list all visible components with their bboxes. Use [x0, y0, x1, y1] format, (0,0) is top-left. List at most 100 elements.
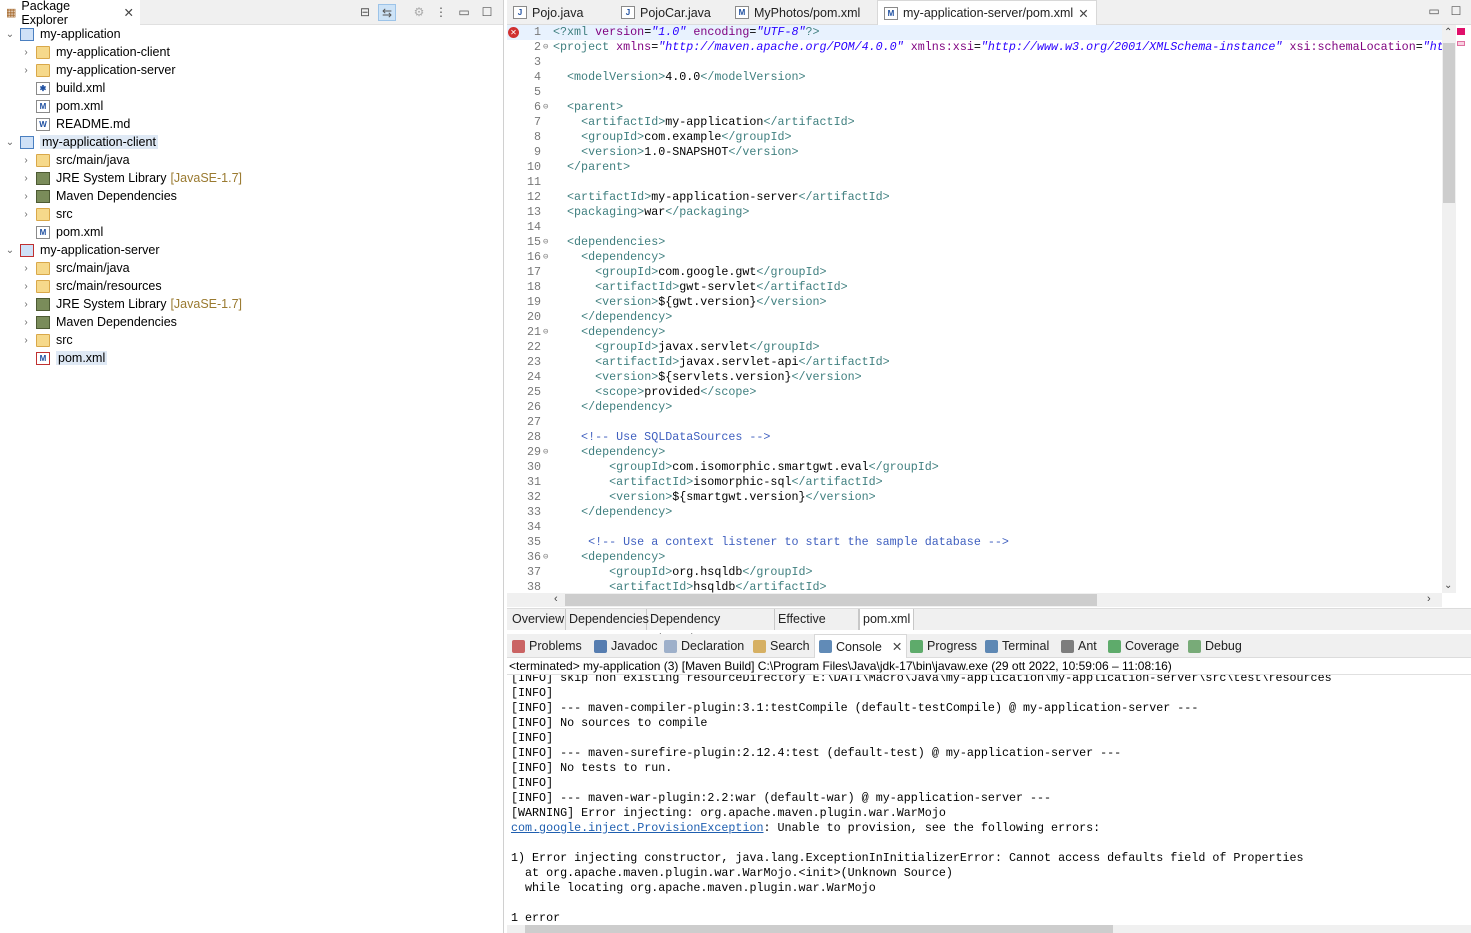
tree-item[interactable]: › src/main/resources	[21, 277, 161, 295]
editor-tab[interactable]: J Pojo.java	[507, 0, 607, 25]
code-line[interactable]: 25 <scope>provided</scope>	[507, 385, 1442, 400]
code-line[interactable]: 35 <!-- Use a context listener to start …	[507, 535, 1442, 550]
code-line[interactable]: 6 ⊖ <parent>	[507, 100, 1442, 115]
minimize-icon[interactable]: ▭	[455, 4, 473, 21]
chevron-right-icon[interactable]: ›	[21, 209, 31, 220]
chevron-right-icon[interactable]: ›	[21, 47, 31, 58]
scroll-thumb[interactable]	[1443, 43, 1455, 203]
code-line[interactable]: 33 </dependency>	[507, 505, 1442, 520]
tab-package-explorer[interactable]: ▦ Package Explorer ✕	[0, 0, 140, 27]
chevron-right-icon[interactable]: ›	[21, 317, 31, 328]
fold-toggle-icon[interactable]: ⊖	[543, 100, 548, 115]
collapse-all-icon[interactable]: ⊟	[356, 4, 374, 21]
editor-minimize-icon[interactable]: ▭	[1425, 3, 1443, 20]
tree-item[interactable]: › JRE System Library [JavaSE-1.7]	[21, 169, 242, 187]
code-line[interactable]: 8 <groupId>com.example</groupId>	[507, 130, 1442, 145]
code-line[interactable]: 16 ⊖ <dependency>	[507, 250, 1442, 265]
code-line[interactable]: 9 <version>1.0-SNAPSHOT</version>	[507, 145, 1442, 160]
tree-item[interactable]: › my-application-server	[21, 61, 175, 79]
code-line[interactable]: 28 <!-- Use SQLDataSources -->	[507, 430, 1442, 445]
close-icon[interactable]: ✕	[124, 5, 134, 20]
code-line[interactable]: 34	[507, 520, 1442, 535]
chevron-right-icon[interactable]: ›	[21, 299, 31, 310]
tree-item[interactable]: › src/main/java	[21, 151, 129, 169]
tree-item[interactable]: ⌄ my-application	[5, 25, 121, 43]
code-line[interactable]: 10 </parent>	[507, 160, 1442, 175]
console-scroll-thumb[interactable]	[525, 925, 1113, 933]
fold-toggle-icon[interactable]: ⊖	[543, 250, 548, 265]
fold-toggle-icon[interactable]: ⊖	[543, 550, 548, 565]
tab-console[interactable]: Console ✕	[814, 634, 908, 658]
code-line[interactable]: 38 <artifactId>hsqldb</artifactId>	[507, 580, 1442, 593]
code-line[interactable]: 32 <version>${smartgwt.version}</version…	[507, 490, 1442, 505]
chevron-right-icon[interactable]: ›	[21, 281, 31, 292]
tab-search[interactable]: Search	[753, 634, 810, 658]
scroll-left-icon[interactable]: ‹	[554, 593, 558, 605]
code-line[interactable]: 7 <artifactId>my-application</artifactId…	[507, 115, 1442, 130]
code-line[interactable]: 19 <version>${gwt.version}</version>	[507, 295, 1442, 310]
code-line[interactable]: 37 <groupId>org.hsqldb</groupId>	[507, 565, 1442, 580]
code-line[interactable]: 30 <groupId>com.isomorphic.smartgwt.eval…	[507, 460, 1442, 475]
editor-vertical-scrollbar[interactable]: ⌃ ⌄	[1442, 25, 1456, 593]
code-line[interactable]: 18 <artifactId>gwt-servlet</artifactId>	[507, 280, 1442, 295]
code-line[interactable]: 24 <version>${servlets.version}</version…	[507, 370, 1442, 385]
code-line[interactable]: 12 <artifactId>my-application-server</ar…	[507, 190, 1442, 205]
tree-item[interactable]: › JRE System Library [JavaSE-1.7]	[21, 295, 242, 313]
tree-item[interactable]: › Maven Dependencies	[21, 313, 177, 331]
chevron-right-icon[interactable]: ›	[21, 173, 31, 184]
tree-item[interactable]: › src	[21, 331, 72, 349]
fold-toggle-icon[interactable]: ⊖	[543, 325, 548, 340]
pom-tab-overview[interactable]: Overview	[509, 609, 566, 630]
code-line[interactable]: 29 ⊖ <dependency>	[507, 445, 1442, 460]
code-line[interactable]: 22 <groupId>javax.servlet</groupId>	[507, 340, 1442, 355]
chevron-down-icon[interactable]: ⌄	[5, 137, 15, 148]
tree-item[interactable]: W README.md	[21, 115, 130, 133]
chevron-right-icon[interactable]: ›	[21, 263, 31, 274]
h-scroll-thumb[interactable]	[565, 594, 1097, 606]
chevron-right-icon[interactable]: ›	[21, 335, 31, 346]
code-line[interactable]: 3	[507, 55, 1442, 70]
editor-horizontal-scrollbar[interactable]: ‹ ›	[507, 593, 1442, 607]
tree-item[interactable]: › Maven Dependencies	[21, 187, 177, 205]
chevron-right-icon[interactable]: ›	[21, 65, 31, 76]
close-icon[interactable]: ✕	[892, 639, 902, 654]
pom-tab-dependency-hierarchy[interactable]: Dependency Hierarchy	[647, 609, 775, 646]
maximize-icon[interactable]: ☐	[478, 4, 496, 21]
error-overview-marker[interactable]	[1457, 28, 1465, 35]
editor-tab[interactable]: Mmy-application-server/pom.xml ✕	[877, 0, 1097, 25]
tree-item[interactable]: Mpom.xml	[21, 349, 108, 367]
pom-tab-dependencies[interactable]: Dependencies	[566, 609, 649, 630]
tab-problems[interactable]: Problems	[512, 634, 582, 658]
scroll-down-icon[interactable]: ⌄	[1444, 580, 1452, 591]
exception-link[interactable]: com.google.inject.ProvisionException	[511, 821, 764, 835]
chevron-right-icon[interactable]: ›	[21, 155, 31, 166]
tab-coverage[interactable]: Coverage	[1108, 634, 1179, 658]
tab-javadoc[interactable]: Javadoc	[594, 634, 658, 658]
tab-terminal[interactable]: Terminal	[985, 634, 1049, 658]
filters-icon[interactable]: ⚙	[410, 4, 428, 21]
code-line[interactable]: 5	[507, 85, 1442, 100]
tree-item[interactable]: ⌄ my-application-server	[5, 241, 160, 259]
code-line[interactable]: 20 </dependency>	[507, 310, 1442, 325]
warning-overview-marker[interactable]	[1457, 41, 1465, 46]
editor-tab[interactable]: M MyPhotos/pom.xml	[729, 0, 869, 25]
code-line[interactable]: 11	[507, 175, 1442, 190]
tree-item[interactable]: › src	[21, 205, 72, 223]
close-icon[interactable]: ✕	[1078, 6, 1088, 21]
console-horizontal-scrollbar[interactable]	[507, 925, 1471, 933]
code-line[interactable]: 2 ⊖ <project xmlns="http://maven.apache.or…	[507, 40, 1442, 55]
view-menu-icon[interactable]: ⋮	[432, 4, 450, 21]
code-line[interactable]: 36 ⊖ <dependency>	[507, 550, 1442, 565]
tree-item[interactable]: Mpom.xml	[21, 223, 103, 241]
code-line[interactable]: 23 <artifactId>javax.servlet-api</artifa…	[507, 355, 1442, 370]
tab-debug[interactable]: Debug	[1188, 634, 1242, 658]
tab-declaration[interactable]: Declaration	[664, 634, 744, 658]
editor-tab[interactable]: J PojoCar.java	[615, 0, 723, 25]
code-line[interactable]: 15 ⊖ <dependencies>	[507, 235, 1442, 250]
tree-item[interactable]: › my-application-client	[21, 43, 170, 61]
fold-toggle-icon[interactable]: ⊖	[543, 40, 548, 55]
link-with-editor-icon[interactable]: ⇆	[378, 4, 396, 21]
console-output[interactable]: [INFO] skip non existing resourceDirecto…	[507, 675, 1471, 925]
tree-item[interactable]: ⌄ my-application-client	[5, 133, 158, 151]
code-line[interactable]: 31 <artifactId>isomorphic-sql</artifactI…	[507, 475, 1442, 490]
